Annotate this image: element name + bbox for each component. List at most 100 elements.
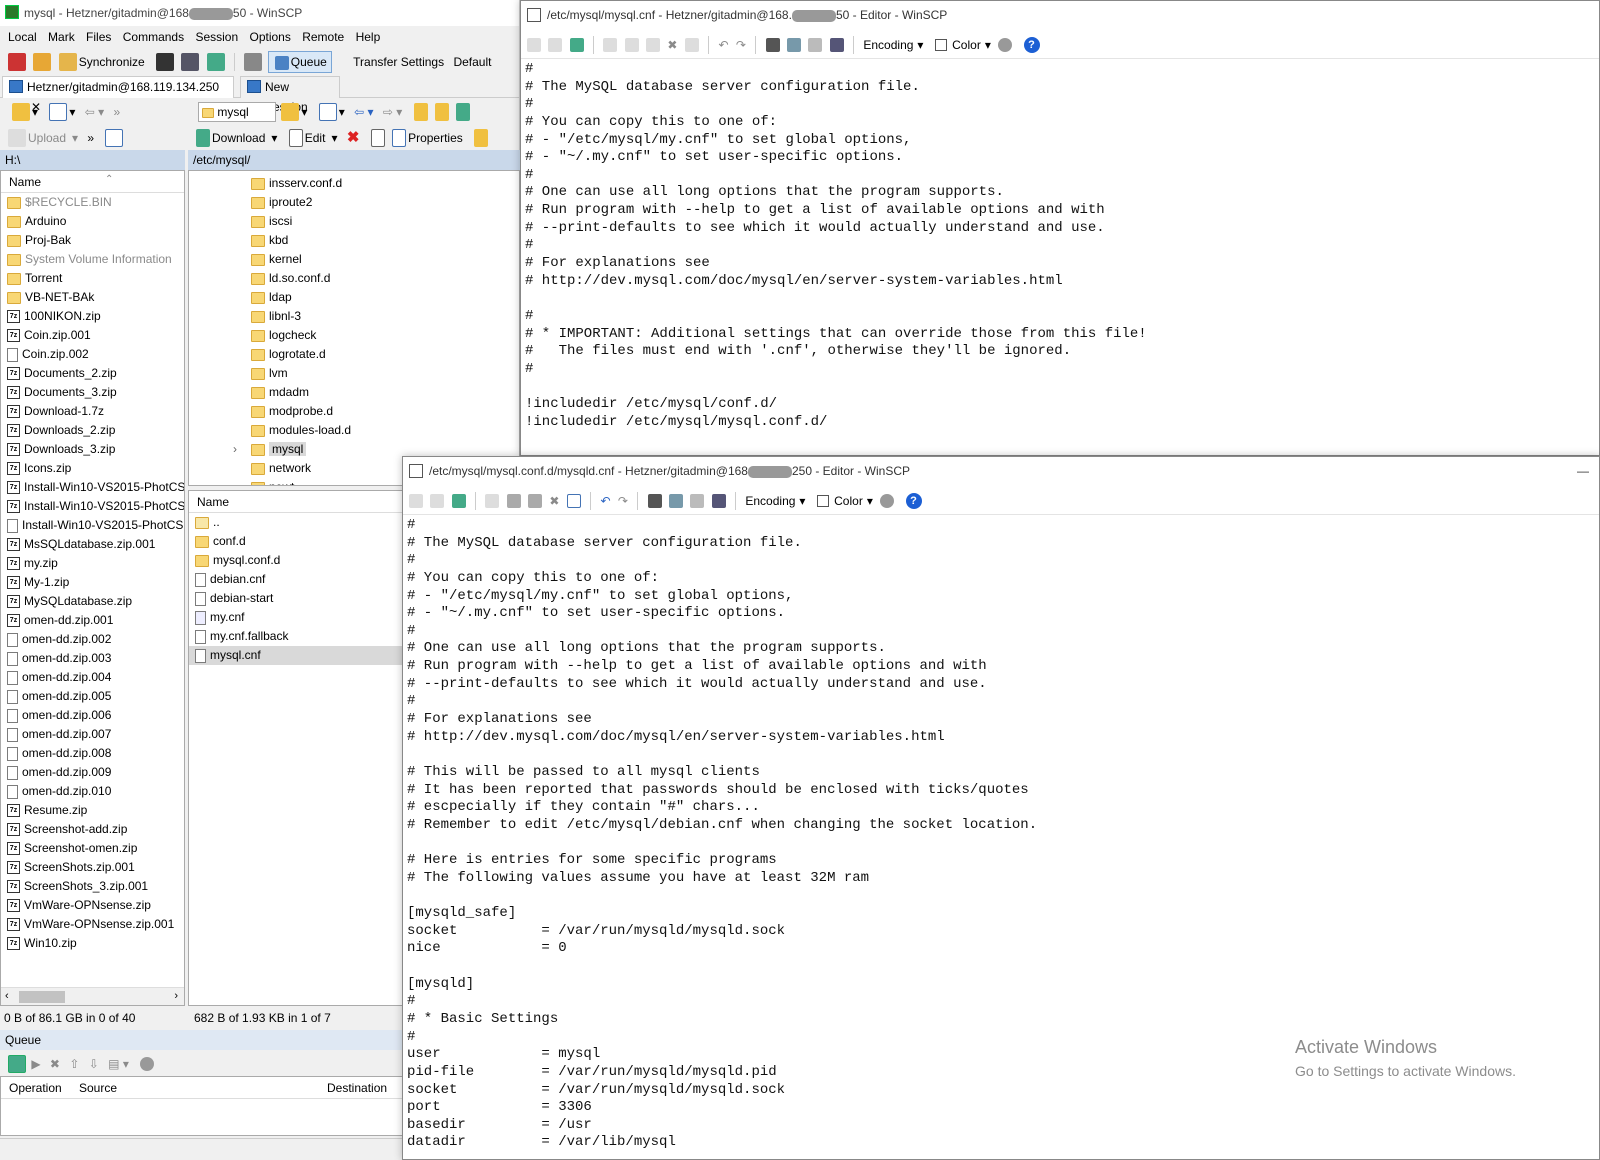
find-icon[interactable] [765,37,780,52]
local-file-row[interactable]: omen-dd.zip.005 [1,687,184,706]
encoding-menu[interactable]: Encoding [863,38,913,52]
save-all-icon[interactable] [548,37,563,52]
goto-line-icon[interactable] [829,37,844,52]
local-file-row[interactable]: 7z Screenshot-omen.zip [1,839,184,858]
menu-commands[interactable]: Commands [123,30,184,44]
copy-icon[interactable] [485,493,500,508]
scrollbar-thumb[interactable] [19,991,65,1003]
local-file-row[interactable]: Torrent [1,269,184,288]
local-file-row[interactable]: 7z Win10.zip [1,934,184,953]
local-file-row[interactable]: 7z Downloads_2.zip [1,421,184,440]
local-file-row[interactable]: omen-dd.zip.006 [1,706,184,725]
select-all-icon[interactable] [566,493,581,508]
color-checkbox[interactable] [934,38,947,51]
paste-icon[interactable] [646,37,661,52]
local-file-row[interactable]: Arduino [1,212,184,231]
local-file-row[interactable]: omen-dd.zip.004 [1,668,184,687]
local-file-row[interactable]: 7z 100NIKON.zip [1,307,184,326]
find-next-icon[interactable] [808,37,823,52]
local-file-row[interactable]: 7z Documents_2.zip [1,364,184,383]
local-file-row[interactable]: omen-dd.zip.007 [1,725,184,744]
cut-icon[interactable] [506,493,521,508]
play-icon[interactable]: ▶ [31,1057,40,1071]
queue-col-source[interactable]: Source [79,1077,117,1099]
redo-icon[interactable]: ↷ [618,494,628,508]
gear-icon[interactable] [244,52,263,71]
redo-icon[interactable]: ↷ [736,38,746,52]
synchronize-icon[interactable] [58,52,77,71]
local-file-row[interactable]: omen-dd.zip.009 [1,763,184,782]
local-column-header[interactable]: Name ⌃ [1,171,184,193]
tree-node[interactable]: iscsi [189,212,519,231]
synchronize-button[interactable]: Synchronize [79,55,145,69]
local-file-row[interactable]: 7z Install-Win10-VS2015-PhotCS6 [1,478,184,497]
color-menu[interactable]: Color [952,38,981,52]
select-all-icon[interactable] [684,37,699,52]
encoding-menu[interactable]: Encoding [745,494,795,508]
expand-chevron-icon[interactable]: › [233,440,237,459]
delete-icon[interactable]: ✖ [549,494,559,508]
local-file-row[interactable]: omen-dd.zip.008 [1,744,184,763]
delete-icon[interactable]: ✖ [667,38,677,52]
delete-icon[interactable]: ✖ [347,129,360,146]
queue-col-destination[interactable]: Destination [327,1077,387,1099]
tree-node[interactable]: libnl-3 [189,307,519,326]
replace-icon[interactable] [669,493,683,508]
color-menu[interactable]: Color [834,494,863,508]
reload-icon[interactable] [451,493,466,508]
save-icon[interactable] [409,493,423,508]
local-file-row[interactable]: 7z ScreenShots_3.zip.001 [1,877,184,896]
tree-node[interactable]: logcheck [189,326,519,345]
upload-icon[interactable] [8,128,26,147]
menu-remote[interactable]: Remote [302,30,344,44]
edit-icon[interactable] [288,128,303,147]
putty-icon[interactable] [181,52,200,71]
local-file-row[interactable]: Coin.zip.002 [1,345,184,364]
find-next-icon[interactable] [690,493,705,508]
undo-icon[interactable]: ↶ [601,494,611,508]
filter-icon[interactable] [318,102,337,121]
transfer-settings-value[interactable]: Default [453,55,491,69]
local-file-list[interactable]: Name ⌃ $RECYCLE.BIN Arduino Proj-Bak System … [0,170,185,1006]
move-up-icon[interactable]: ⇧ [69,1057,79,1071]
goto-line-icon[interactable] [711,493,726,508]
local-file-row[interactable]: 7z omen-dd.zip.001 [1,611,184,630]
help-icon[interactable]: ? [1023,36,1040,53]
tree-node[interactable]: lvm [189,364,519,383]
tree-node[interactable]: kbd [189,231,519,250]
menu-help[interactable]: Help [356,30,381,44]
local-file-row[interactable]: System Volume Information [1,250,184,269]
back-icon[interactable]: ⇦ ▾ [85,105,104,119]
local-file-row[interactable]: VB-NET-BAk [1,288,184,307]
queue-preferences-icon[interactable] [8,1054,26,1073]
cancel-icon[interactable]: ✖ [50,1057,60,1071]
queue-menu-icon[interactable]: ▤ ▾ [108,1057,129,1071]
tree-node[interactable]: ld.so.conf.d [189,269,519,288]
menu-mark[interactable]: Mark [48,30,75,44]
local-file-row[interactable]: 7z VmWare-OPNsense.zip [1,896,184,915]
local-file-row[interactable]: 7z Coin.zip.001 [1,326,184,345]
move-down-icon[interactable]: ⇩ [89,1057,99,1071]
new-folder-icon[interactable] [474,128,489,147]
local-file-row[interactable]: omen-dd.zip.010 [1,782,184,801]
download-icon[interactable] [196,128,210,147]
tab-session[interactable]: Hetzner/gitadmin@168.119.134.250 ✕ [2,76,234,114]
tab-new-session[interactable]: New Session [240,76,340,114]
cut-icon[interactable] [624,37,639,52]
properties-icon[interactable] [392,128,407,147]
tree-node[interactable]: mdadm [189,383,519,402]
local-file-row[interactable]: 7z MySQLdatabase.zip [1,592,184,611]
rename-icon[interactable] [370,128,385,147]
local-file-row[interactable]: 7z MsSQLdatabase.zip.001 [1,535,184,554]
parent-dir-icon[interactable] [413,102,428,121]
local-file-row[interactable]: Proj-Bak [1,231,184,250]
overflow-icon[interactable]: » [87,131,94,145]
root-dir-icon[interactable] [434,102,449,121]
menu-local[interactable]: Local [8,30,37,44]
local-file-row[interactable]: 7z Download-1.7z [1,402,184,421]
gear-icon[interactable] [880,493,895,508]
gear-icon[interactable] [140,1056,155,1071]
editor1-text-area[interactable]: # # The MySQL database server configurati… [521,59,1599,431]
local-file-row[interactable]: omen-dd.zip.002 [1,630,184,649]
local-horizontal-scrollbar[interactable]: ‹ › [1,987,184,1005]
